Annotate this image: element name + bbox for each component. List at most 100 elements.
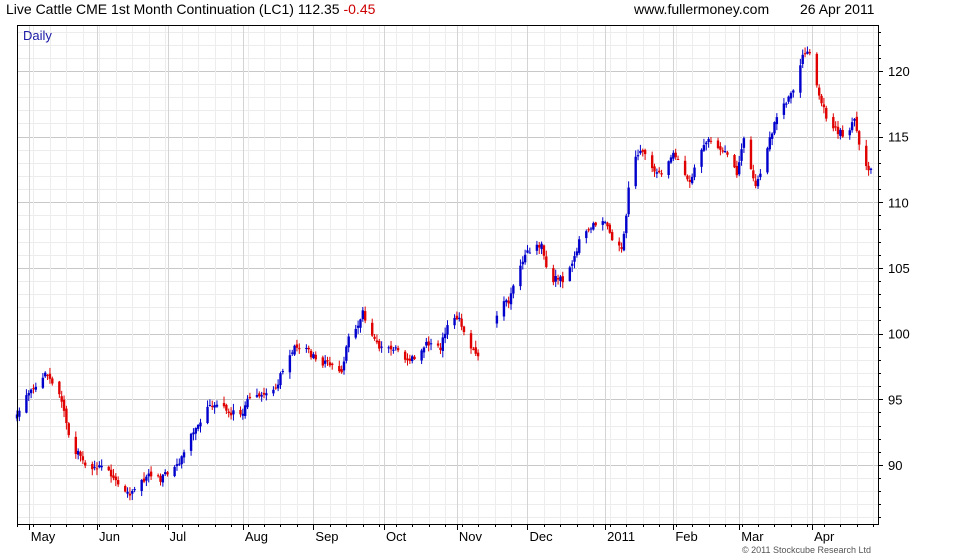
candle-body [719,146,722,150]
candle-down [545,250,548,269]
candle-body [323,360,327,364]
candle-body [114,476,118,481]
candle-body [274,387,277,389]
x-tick-label: Nov [459,529,483,544]
candle-up [354,324,357,340]
copyright-notice: © 2011 Stockcube Research Ltd [742,545,872,555]
candle-body [439,347,442,350]
candle-up [131,489,134,501]
candle-down [248,392,252,400]
candle-body [232,410,235,415]
candle-body [636,155,640,157]
candle-body [378,340,381,349]
x-tick-label: Jul [170,529,187,544]
candle-body [815,53,819,86]
candle-up [702,138,706,152]
candle-up [523,249,527,265]
candle-down [606,221,609,230]
candle-up [41,372,45,389]
candle-body [100,465,103,468]
candle-down [686,174,689,182]
candle-up [787,95,790,104]
candle-down [752,164,755,182]
candle-up [521,256,524,270]
candle-body [688,179,692,182]
candle-body [371,322,374,336]
candle-body [84,462,87,466]
candle-up [164,469,167,476]
candle-body [328,362,332,366]
candle-body [653,166,656,172]
candle-body [787,96,790,102]
candle-body [841,130,844,137]
candle-up [140,479,143,497]
candle-up [526,245,529,254]
candle-body [474,347,477,354]
y-tick-label: 95 [888,392,902,407]
candle-up [178,458,181,466]
candle-body [476,352,480,357]
candle-body [107,466,110,471]
candle-body [535,244,539,251]
candle-body [817,87,821,96]
candle-down [62,395,66,418]
candle-body [25,395,28,413]
candle-body [634,156,637,187]
candle-down [74,431,78,459]
candle-body [707,138,710,143]
candle-body [472,348,475,350]
candle-up [570,260,574,273]
candle-down [124,484,127,493]
y-tick-label: 110 [888,195,909,210]
candle-body [702,145,706,151]
candle-down [726,150,729,158]
candle-body [773,122,776,134]
candle-body [32,388,35,390]
candle-body [178,463,181,465]
candle-body [373,336,376,339]
candle-up [775,113,779,131]
candle-body [241,413,245,416]
candle-down [552,264,555,286]
candle-down [227,408,230,418]
candle-body [643,149,647,155]
candle-up [705,140,708,151]
candle-down [309,348,313,360]
candle-body [173,466,176,477]
candle-down [733,153,736,169]
candle-up [208,399,212,407]
candle-body [806,51,809,54]
candle-down [610,229,614,241]
candle-body [380,346,383,348]
candle-down [408,354,412,364]
candle-up [622,231,626,252]
y-tick-label: 105 [888,261,910,276]
candle-body [65,408,68,424]
candles-layer [15,46,873,501]
candle-up [792,89,795,98]
candle-body [603,221,607,223]
candle-down [307,345,310,354]
candle-down [538,241,541,255]
x-tick-label: 2011 [607,529,635,544]
candle-down [65,405,68,430]
candle-up [260,391,263,402]
candle-body [29,389,33,394]
candle-down [413,355,416,360]
candle-body [112,475,115,478]
candle-up [636,149,640,161]
candle-down [371,318,374,337]
candle-down [222,396,226,409]
y-tick-label: 100 [888,327,910,342]
candle-body [782,103,786,115]
candle-body [759,173,762,178]
candle-body [213,405,216,408]
candle-up [215,400,219,408]
candle-body [650,155,654,169]
candle-body [131,490,134,494]
candle-up [773,121,776,136]
candle-body [733,155,736,168]
candle-body [469,333,473,349]
candle-body [667,161,670,176]
candle-up [578,236,581,255]
